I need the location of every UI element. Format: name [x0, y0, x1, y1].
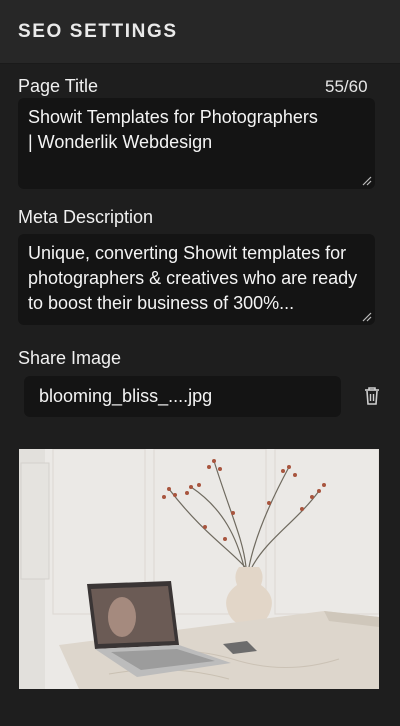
panel-title: SEO SETTINGS [18, 21, 178, 42]
page-title-label: Page Title [18, 76, 99, 96]
resize-grip-icon[interactable] [362, 176, 372, 186]
trash-icon[interactable] [363, 386, 381, 406]
preview-laptop-photo [108, 597, 136, 637]
character-counter: 55/60 [325, 77, 368, 96]
page-title-line-2: | Wonderlik Webdesign [28, 132, 213, 152]
page-title-input[interactable]: Showit Templates for Photographers | Won… [18, 98, 375, 189]
preview-wall-frame [20, 462, 50, 580]
page-title-line-1: Showit Templates for Photographers [28, 107, 318, 127]
meta-description-text: Unique, converting Showit templates for … [28, 243, 358, 313]
share-image-preview [19, 449, 379, 689]
meta-description-input[interactable]: Unique, converting Showit templates for … [18, 234, 375, 325]
panel-header: SEO SETTINGS [0, 0, 400, 64]
meta-description-label: Meta Description [18, 207, 154, 227]
share-image-file-name: blooming_bliss_....jpg [39, 386, 213, 406]
share-image-label: Share Image [18, 348, 122, 368]
share-image-file-field[interactable]: blooming_bliss_....jpg [24, 376, 341, 417]
resize-grip-icon[interactable] [362, 312, 372, 322]
